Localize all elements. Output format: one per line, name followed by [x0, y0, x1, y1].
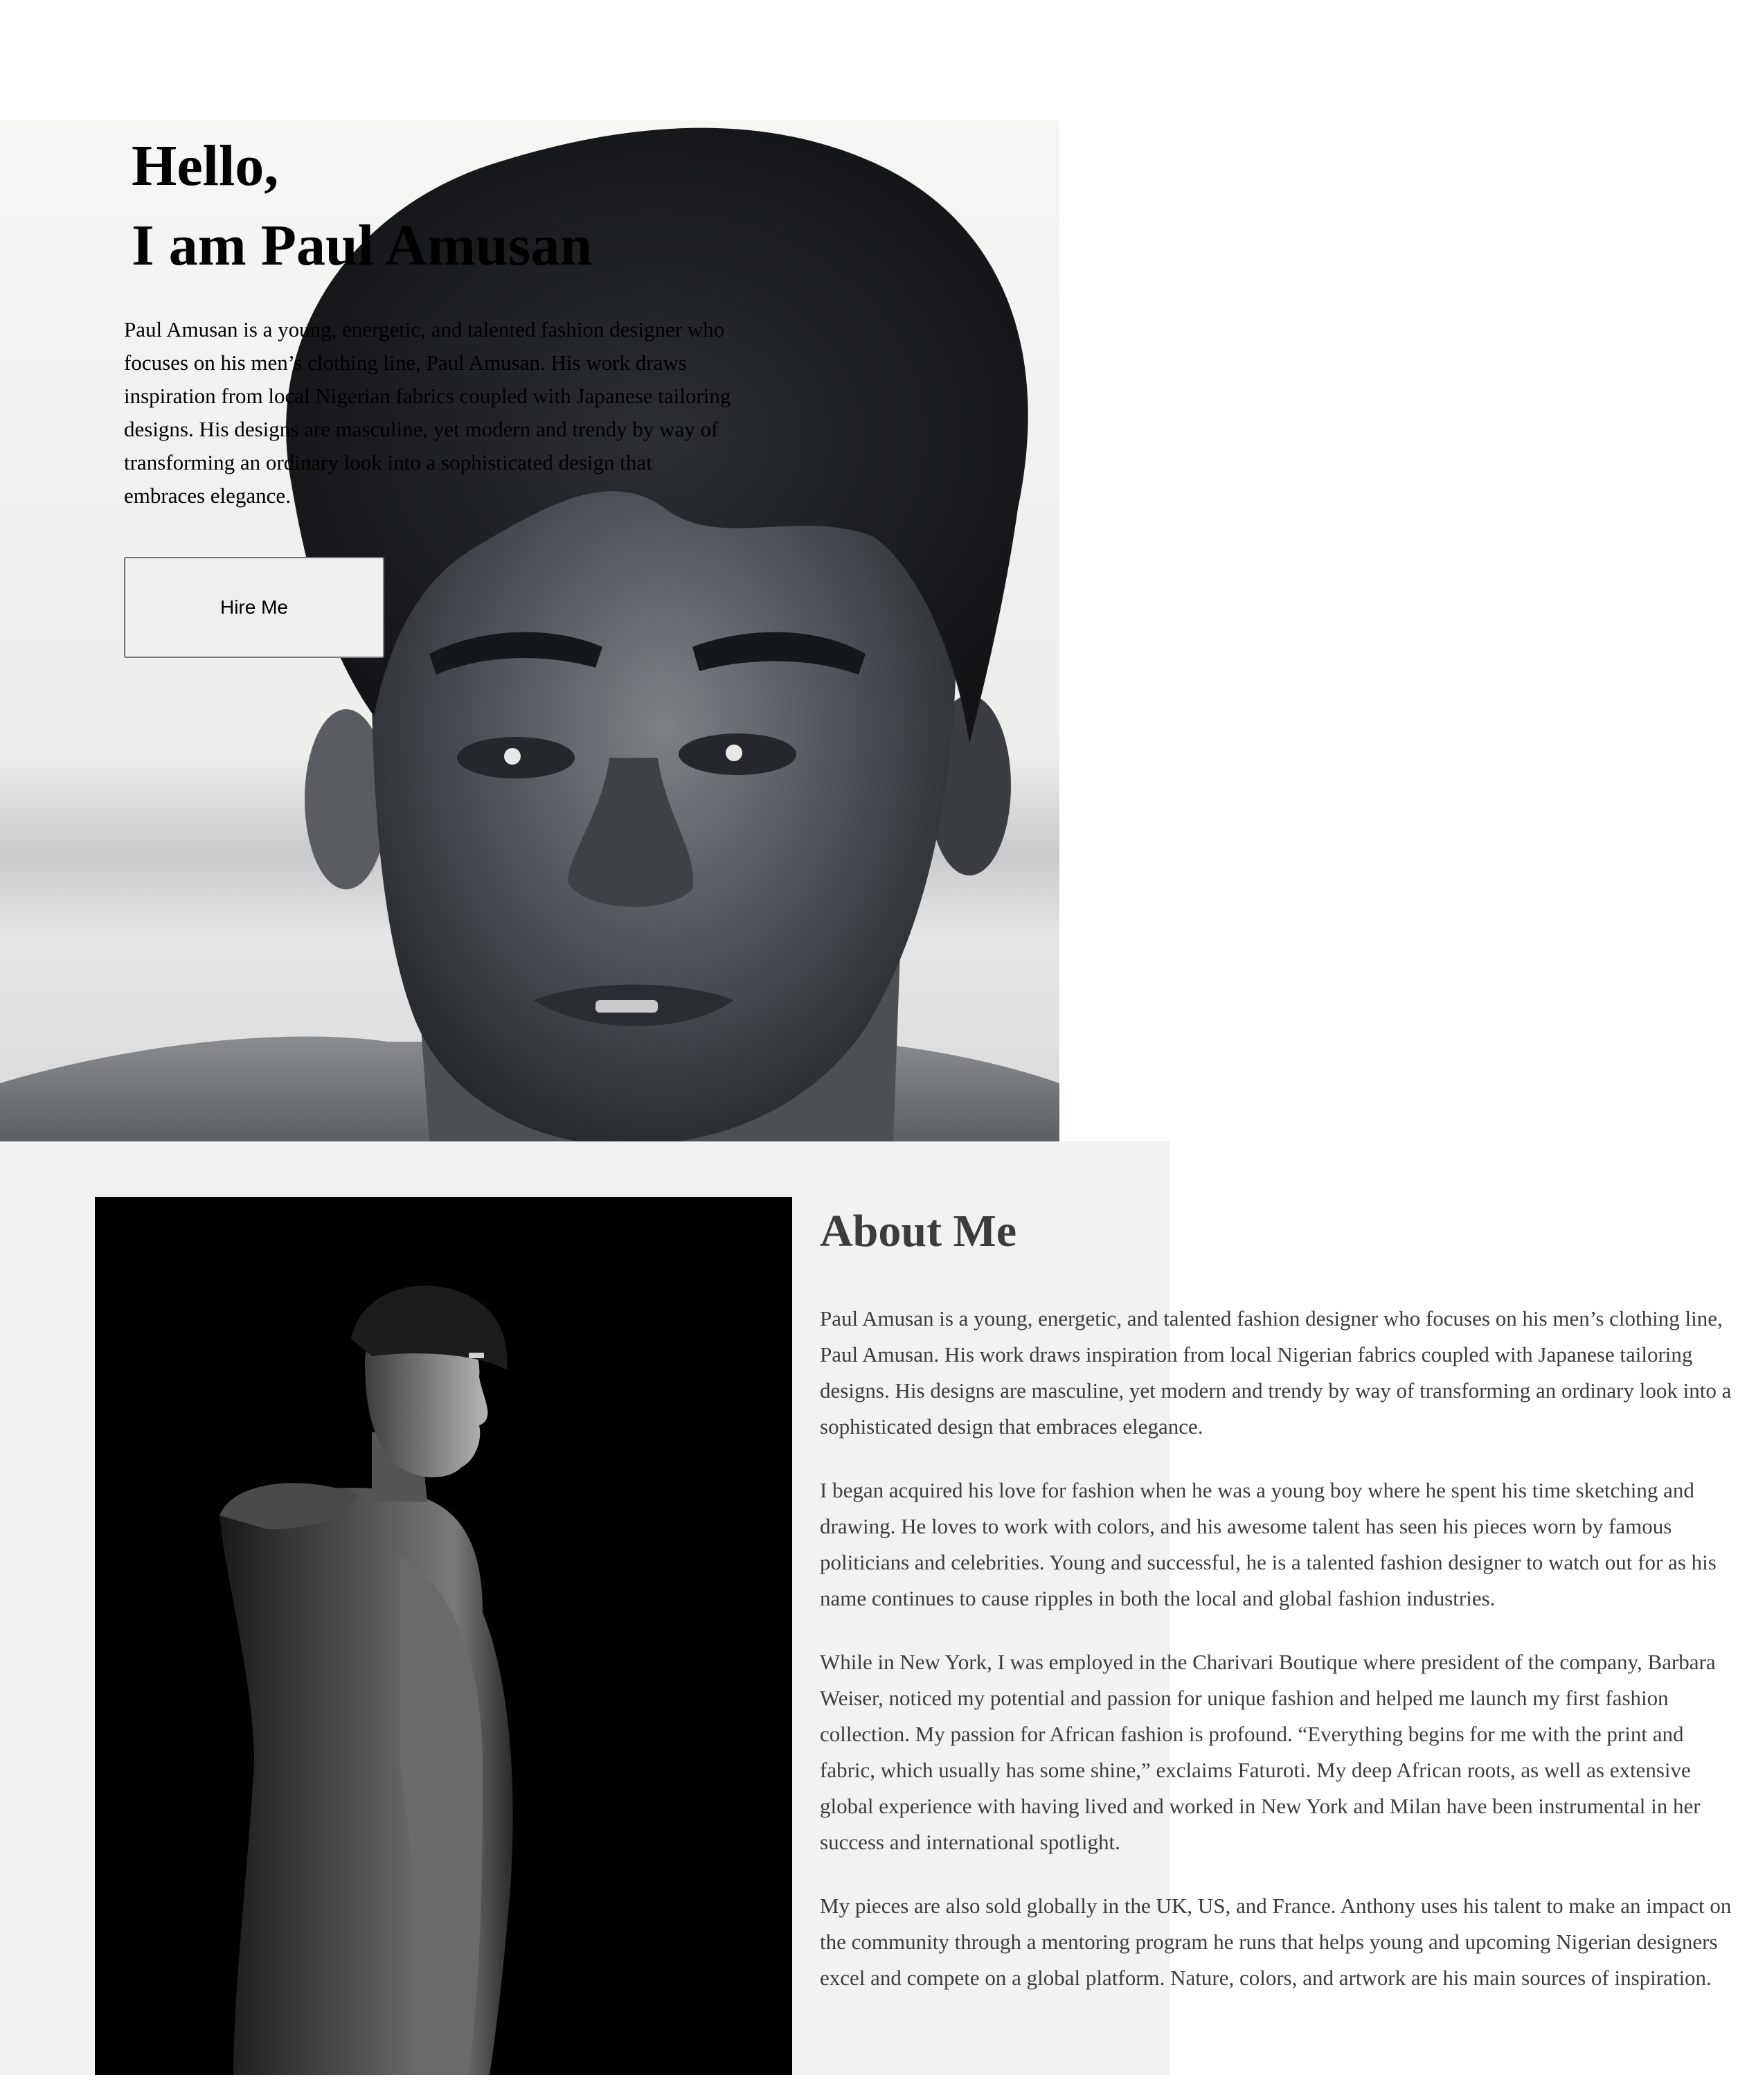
hero-intro-text: Paul Amusan is a young, energetic, and t…	[124, 317, 731, 508]
hero-greeting: Hello,	[132, 134, 279, 198]
about-paragraph-2: I began acquired his love for fashion wh…	[820, 1478, 1717, 1610]
about-heading: About Me	[820, 1206, 1017, 1256]
about-paragraph-3: While in New York, I was employed in the…	[820, 1650, 1716, 1854]
hero-section: Hello, I am Paul Amusan Paul Amusan is a…	[0, 121, 1059, 1141]
about-paragraph-1: Paul Amusan is a young, energetic, and t…	[820, 1306, 1732, 1439]
about-paragraph-4: My pieces are also sold globally in the …	[820, 1894, 1732, 1990]
about-content: About Me Paul Amusan is a young, energet…	[820, 1197, 1738, 1990]
about-portrait-image	[95, 1197, 792, 2075]
hero-heading: Hello, I am Paul Amusan	[132, 126, 592, 285]
hire-me-button[interactable]: Hire Me	[124, 557, 384, 658]
hero-name: I am Paul Amusan	[132, 213, 593, 278]
